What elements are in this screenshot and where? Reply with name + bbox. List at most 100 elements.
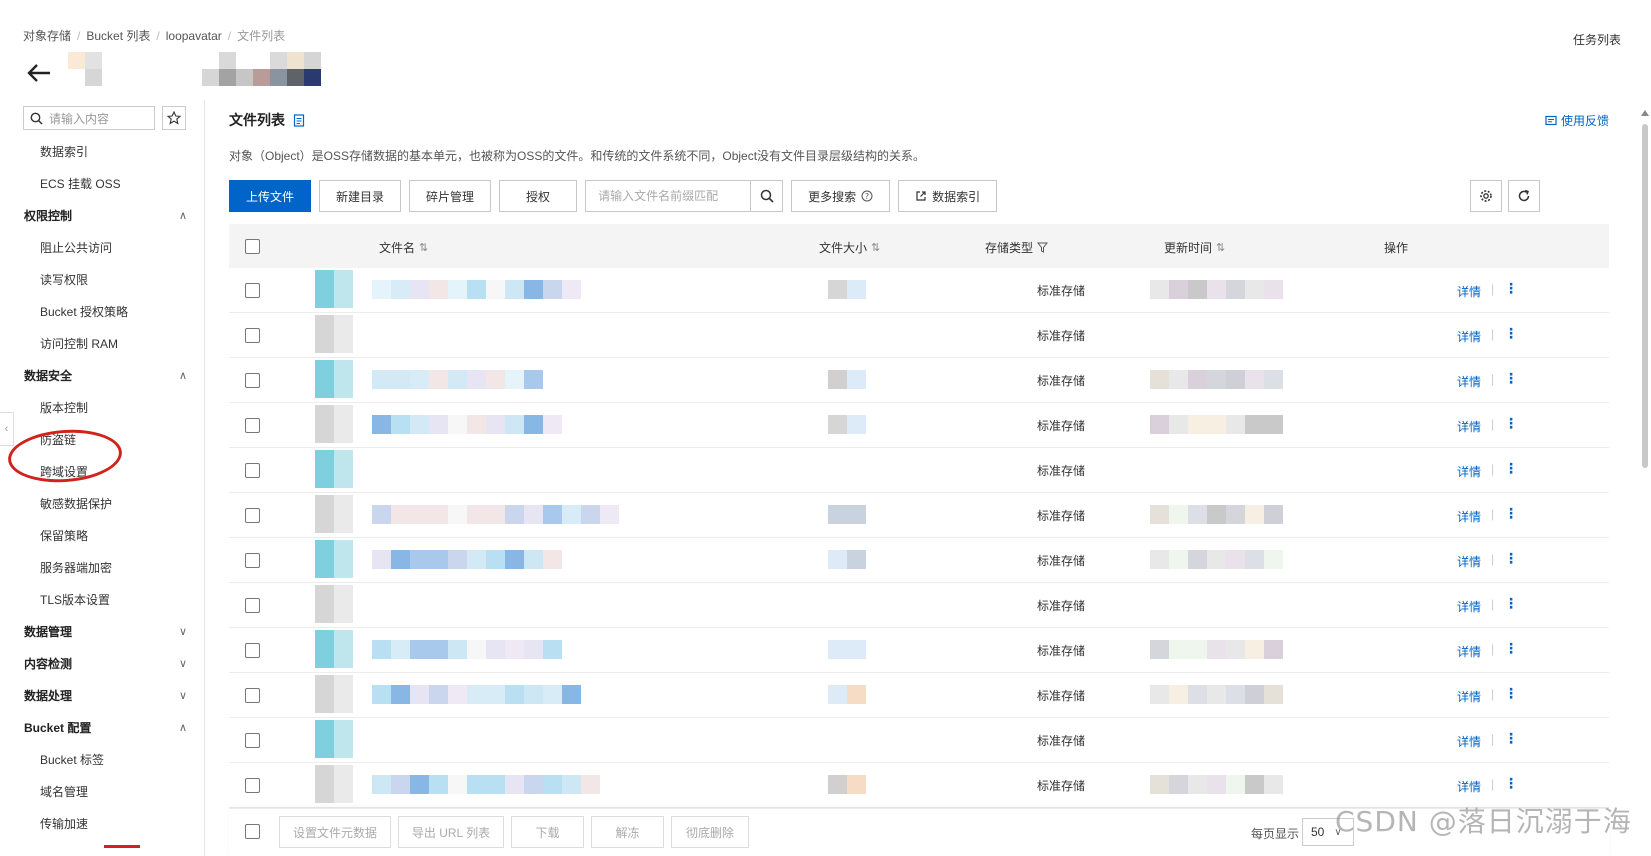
detail-link[interactable]: 详情	[1457, 418, 1481, 435]
download-button[interactable]: 下载	[511, 816, 584, 848]
breadcrumb-item-bucket-list[interactable]: Bucket 列表	[86, 27, 150, 44]
sidebar-group[interactable]: Bucket 配置 ∧	[0, 712, 205, 744]
more-actions-icon[interactable]: ⋮	[1504, 730, 1518, 747]
column-header-name[interactable]: 文件名 ⇅	[379, 239, 428, 256]
unfreeze-button[interactable]: 解冻	[591, 816, 664, 848]
sidebar-item[interactable]: 域名管理	[0, 776, 205, 808]
detail-link[interactable]: 详情	[1457, 508, 1481, 525]
scroll-up-icon[interactable]	[1641, 110, 1649, 116]
row-checkbox[interactable]	[245, 643, 260, 658]
sidebar-item[interactable]: TLS版本设置	[0, 584, 205, 616]
file-name-mosaic[interactable]	[372, 280, 581, 299]
detail-link[interactable]: 详情	[1457, 733, 1481, 750]
back-arrow-icon[interactable]	[26, 62, 52, 84]
fragment-management-button[interactable]: 碎片管理	[409, 180, 492, 212]
more-actions-icon[interactable]: ⋮	[1504, 460, 1518, 477]
page-scrollbar[interactable]	[1639, 108, 1651, 856]
sidebar-collapse-handle[interactable]: ‹	[0, 412, 14, 446]
table-row[interactable]: 标准存储 详情 | ⋮	[229, 358, 1609, 403]
more-search-button[interactable]: 更多搜索 ?	[791, 180, 891, 212]
sidebar-item[interactable]: 版本控制	[0, 392, 205, 424]
more-actions-icon[interactable]: ⋮	[1504, 325, 1518, 342]
refresh-button[interactable]	[1508, 180, 1540, 212]
more-actions-icon[interactable]: ⋮	[1504, 505, 1518, 522]
table-row[interactable]: 标准存储 详情 | ⋮	[229, 583, 1609, 628]
row-checkbox[interactable]	[245, 418, 260, 433]
row-checkbox[interactable]	[245, 373, 260, 388]
sidebar-group[interactable]: 数据安全 ∧	[0, 360, 205, 392]
row-checkbox[interactable]	[245, 553, 260, 568]
sidebar-group[interactable]: 内容检测 ∨	[0, 648, 205, 680]
data-index-button[interactable]: 数据索引	[898, 180, 998, 212]
file-name-mosaic[interactable]	[372, 370, 543, 389]
row-checkbox[interactable]	[245, 463, 260, 478]
column-header-storage[interactable]: 存储类型	[985, 239, 1049, 256]
file-name-mosaic[interactable]	[372, 685, 581, 704]
file-name-mosaic[interactable]	[372, 640, 562, 659]
sidebar-item[interactable]: 敏感数据保护	[0, 488, 205, 520]
favorite-button[interactable]	[162, 106, 186, 130]
sidebar-item[interactable]: Bucket 标签	[0, 744, 205, 776]
table-row[interactable]: 标准存储 详情 | ⋮	[229, 628, 1609, 673]
new-directory-button[interactable]: 新建目录	[319, 180, 402, 212]
sidebar-item[interactable]: 阻止公共访问	[0, 232, 205, 264]
detail-link[interactable]: 详情	[1457, 463, 1481, 480]
feedback-link[interactable]: 使用反馈	[1545, 112, 1609, 129]
select-all-checkbox[interactable]	[245, 239, 260, 254]
sidebar-group[interactable]: 数据处理 ∨	[0, 680, 205, 712]
settings-button[interactable]	[1470, 180, 1502, 212]
table-row[interactable]: 标准存储 详情 | ⋮	[229, 538, 1609, 583]
column-header-updated[interactable]: 更新时间 ⇅	[1164, 239, 1225, 256]
batch-select-checkbox[interactable]	[245, 824, 260, 839]
row-checkbox[interactable]	[245, 508, 260, 523]
file-name-mosaic[interactable]	[372, 550, 562, 569]
more-actions-icon[interactable]: ⋮	[1504, 370, 1518, 387]
detail-link[interactable]: 详情	[1457, 643, 1481, 660]
sidebar-group[interactable]: 权限控制 ∧	[0, 200, 205, 232]
table-row[interactable]: 标准存储 详情 | ⋮	[229, 448, 1609, 493]
file-name-mosaic[interactable]	[372, 415, 562, 434]
table-row[interactable]: 标准存储 详情 | ⋮	[229, 313, 1609, 358]
more-actions-icon[interactable]: ⋮	[1504, 685, 1518, 702]
scrollbar-thumb[interactable]	[1642, 124, 1648, 468]
filter-icon[interactable]	[1037, 242, 1049, 253]
more-actions-icon[interactable]: ⋮	[1504, 775, 1518, 792]
breadcrumb-item-oss[interactable]: 对象存储	[23, 27, 71, 44]
table-row[interactable]: 标准存储 详情 | ⋮	[229, 268, 1609, 313]
sidebar-group[interactable]: 数据管理 ∨	[0, 616, 205, 648]
row-checkbox[interactable]	[245, 778, 260, 793]
more-actions-icon[interactable]: ⋮	[1504, 595, 1518, 612]
detail-link[interactable]: 详情	[1457, 778, 1481, 795]
doc-icon[interactable]	[293, 113, 305, 127]
sidebar-item[interactable]: 保留策略	[0, 520, 205, 552]
row-checkbox[interactable]	[245, 328, 260, 343]
task-list-link[interactable]: 任务列表	[1573, 31, 1621, 48]
file-name-mosaic[interactable]	[372, 505, 619, 524]
more-actions-icon[interactable]: ⋮	[1504, 280, 1518, 297]
file-search-input[interactable]: 请输入文件名前缀匹配	[585, 180, 784, 212]
detail-link[interactable]: 详情	[1457, 598, 1481, 615]
detail-link[interactable]: 详情	[1457, 688, 1481, 705]
row-checkbox[interactable]	[245, 283, 260, 298]
table-row[interactable]: 标准存储 详情 | ⋮	[229, 493, 1609, 538]
sidebar-item[interactable]: 数据索引	[0, 136, 205, 168]
detail-link[interactable]: 详情	[1457, 373, 1481, 390]
upload-file-button[interactable]: 上传文件	[229, 180, 312, 212]
breadcrumb-item-bucket[interactable]: loopavatar	[166, 29, 222, 43]
detail-link[interactable]: 详情	[1457, 283, 1481, 300]
sidebar-item[interactable]: Bucket 授权策略	[0, 296, 205, 328]
more-actions-icon[interactable]: ⋮	[1504, 640, 1518, 657]
sidebar-item[interactable]: 服务器端加密	[0, 552, 205, 584]
table-row[interactable]: 标准存储 详情 | ⋮	[229, 718, 1609, 763]
sidebar-item[interactable]: 访问控制 RAM	[0, 328, 205, 360]
row-checkbox[interactable]	[245, 733, 260, 748]
sidebar-item[interactable]: 传输加速	[0, 808, 205, 840]
detail-link[interactable]: 详情	[1457, 553, 1481, 570]
export-url-button[interactable]: 导出 URL 列表	[398, 816, 504, 848]
table-row[interactable]: 标准存储 详情 | ⋮	[229, 403, 1609, 448]
column-header-size[interactable]: 文件大小 ⇅	[819, 239, 880, 256]
permanent-delete-button[interactable]: 彻底删除	[671, 816, 749, 848]
table-row[interactable]: 标准存储 详情 | ⋮	[229, 673, 1609, 718]
set-metadata-button[interactable]: 设置文件元数据	[279, 816, 391, 848]
authorize-button[interactable]: 授权	[499, 180, 578, 212]
